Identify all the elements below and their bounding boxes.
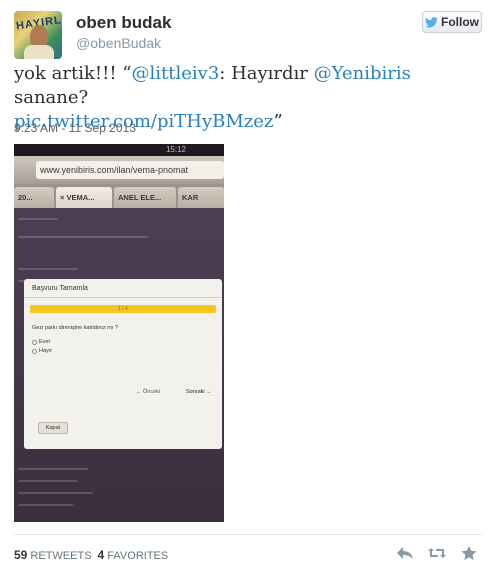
photo-tab: × VEMA...: [56, 187, 112, 208]
twitter-bird-icon: [425, 16, 438, 28]
retweets-count: 59: [14, 548, 28, 562]
user-handle[interactable]: @obenBudak: [76, 35, 161, 51]
photo-dialog-title: Başvuru Tamamla: [32, 285, 88, 292]
radio-icon: [32, 348, 37, 354]
photo-next-label: Sonraki →: [186, 389, 212, 395]
photo-blur-line: [18, 268, 78, 270]
radio-icon: [32, 339, 37, 345]
photo-dialog: Başvuru Tamamla 1 / 4 Gezi parkı direniş…: [24, 279, 222, 449]
photo-tab: 20...: [14, 187, 54, 208]
display-name[interactable]: oben budak: [76, 13, 171, 33]
tweet-middle: : Hayırdır: [219, 63, 314, 84]
photo-progress-bar: 1 / 4: [30, 305, 216, 313]
favorites-count: 4: [97, 548, 105, 562]
photo-blur-line: [18, 480, 78, 482]
photo-blur-line: [18, 504, 73, 506]
photo-status-time: 15:12: [165, 145, 186, 154]
tweet-prefix: yok artik!!! “: [14, 63, 132, 84]
photo-blur-line: [18, 492, 93, 494]
tweet-timestamp[interactable]: 9:23 AM - 11 Sep 2013: [14, 121, 136, 135]
favorite-icon[interactable]: [459, 545, 479, 561]
photo-dialog-divider: [24, 297, 222, 298]
tweet-photo[interactable]: 15:12 www.yenibiris.com/ilan/vema-pnomat…: [14, 144, 224, 522]
tweet-actions: [395, 545, 479, 561]
tweet-close-quote: ”: [273, 111, 283, 132]
photo-progress-text: 1 / 4: [118, 306, 128, 312]
photo-tab-strip: 20... × VEMA... ANEL ELE... KAR: [14, 184, 224, 208]
follow-label: Follow: [441, 15, 479, 29]
photo-option-label: Hayır: [39, 348, 53, 354]
reply-icon[interactable]: [395, 545, 415, 561]
photo-blur-line: [18, 468, 88, 470]
photo-blur-line: [18, 236, 148, 238]
photo-blur-line: [18, 218, 58, 220]
photo-option-label: Evet: [39, 339, 51, 345]
favorites-stat[interactable]: 4 FAVORITES: [98, 548, 169, 562]
retweets-label: RETWEETS: [30, 550, 92, 562]
photo-url-field: www.yenibiris.com/ilan/vema-pnomat: [36, 161, 224, 179]
avatar[interactable]: HAYIRLI: [14, 11, 62, 59]
tweet-suffix: sanane?: [14, 87, 89, 108]
photo-option: Hayır: [32, 348, 52, 354]
photo-question: Gezi parkı direnişine katıldınız mı ?: [32, 325, 118, 331]
mention-link[interactable]: @littleiv3: [132, 63, 220, 84]
avatar-body: [24, 45, 54, 59]
tweet-stats: 59 RETWEETS 4 FAVORITES: [14, 548, 168, 562]
follow-button[interactable]: Follow: [422, 11, 482, 33]
photo-close-button: Kapat: [38, 422, 68, 434]
photo-option: Evet: [32, 339, 50, 345]
favorites-label: FAVORITES: [107, 550, 169, 562]
retweet-icon[interactable]: [427, 545, 447, 561]
photo-status-bar: 15:12: [14, 144, 224, 156]
photo-tab: KAR: [178, 187, 224, 208]
stats-divider: [14, 534, 482, 535]
photo-tab: ANEL ELE...: [114, 187, 176, 208]
photo-prev-label: ← Önceki: [136, 389, 161, 395]
retweets-stat[interactable]: 59 RETWEETS: [14, 548, 92, 562]
mention-link[interactable]: @Yenibiris: [314, 63, 411, 84]
